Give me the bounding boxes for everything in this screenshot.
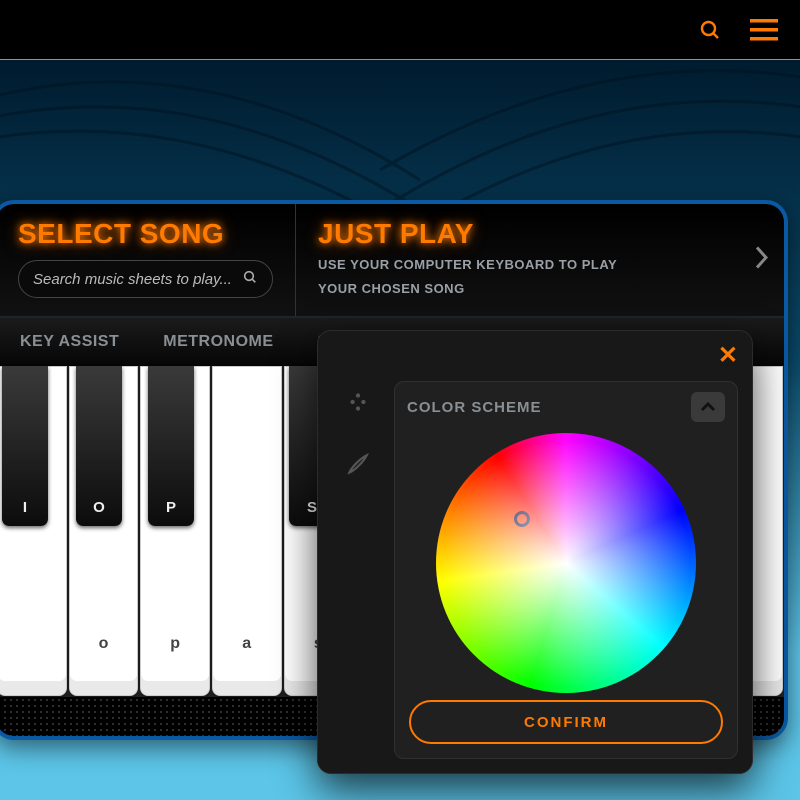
color-scheme-panel: COLOR SCHEME CONFIRM	[394, 381, 738, 759]
just-play-sub2: YOUR CHOSEN SONG	[318, 280, 762, 298]
just-play-title: JUST PLAY	[318, 218, 762, 250]
app-topbar	[0, 0, 800, 60]
search-icon[interactable]	[698, 18, 722, 42]
just-play-section[interactable]: JUST PLAY USE YOUR COMPUTER KEYBOARD TO …	[296, 204, 784, 316]
black-key[interactable]: O	[76, 366, 122, 526]
header-row: SELECT SONG Search music sheets to play.…	[0, 204, 784, 318]
menu-icon[interactable]	[750, 19, 778, 41]
collapse-button[interactable]	[691, 392, 725, 422]
confirm-button[interactable]: CONFIRM	[409, 700, 723, 744]
select-song-title: SELECT SONG	[18, 218, 273, 250]
white-key[interactable]: a	[212, 366, 282, 696]
styles-popup: ✕ COLOR SCHEME CONFIRM	[317, 330, 753, 774]
tab-key-assist[interactable]: KEY ASSIST	[20, 333, 119, 351]
song-search-input[interactable]: Search music sheets to play...	[18, 260, 273, 298]
black-key[interactable]: I	[2, 366, 48, 526]
texture-icon[interactable]	[345, 389, 371, 415]
song-search-placeholder: Search music sheets to play...	[33, 271, 232, 288]
chevron-right-icon[interactable]	[754, 245, 770, 276]
black-key[interactable]: P	[148, 366, 194, 526]
search-icon	[242, 269, 258, 289]
brush-icon[interactable]	[345, 451, 371, 477]
color-picker-handle[interactable]	[514, 511, 530, 527]
style-category-tabs	[332, 389, 384, 477]
color-wheel[interactable]	[436, 433, 696, 693]
just-play-sub1: USE YOUR COMPUTER KEYBOARD TO PLAY	[318, 256, 762, 274]
select-song-section: SELECT SONG Search music sheets to play.…	[0, 204, 296, 316]
color-scheme-title: COLOR SCHEME	[407, 399, 542, 416]
tab-metronome[interactable]: METRONOME	[163, 333, 273, 351]
close-icon[interactable]: ✕	[718, 341, 738, 370]
